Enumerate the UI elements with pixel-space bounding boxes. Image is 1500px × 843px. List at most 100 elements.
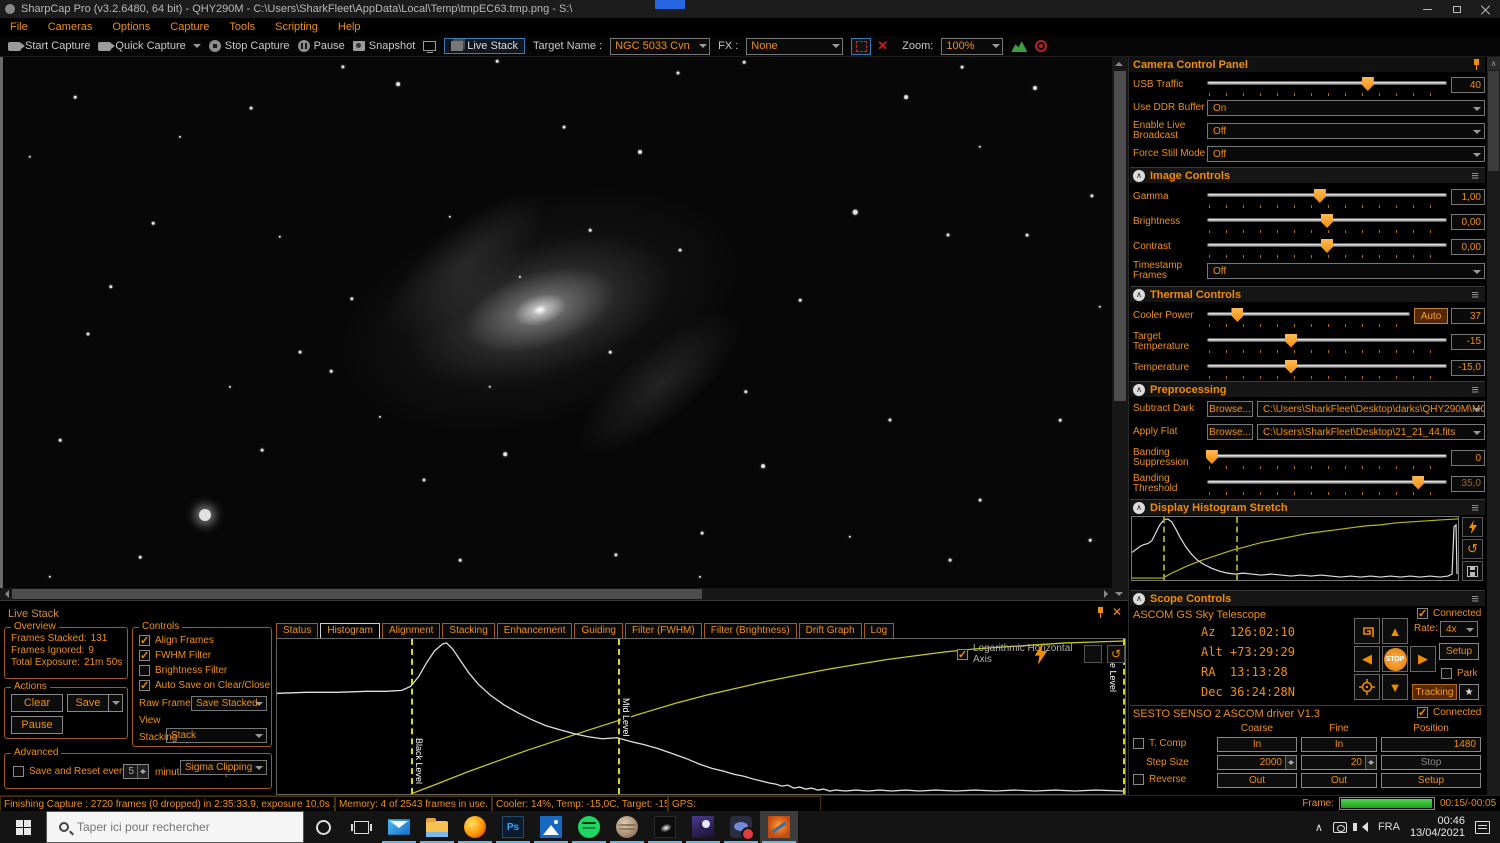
tab-alignment[interactable]: Alignment xyxy=(382,623,440,639)
mid-level-line[interactable] xyxy=(618,639,620,794)
ddr-buffer-select[interactable]: On xyxy=(1207,100,1485,116)
taskbar-app-photoshop[interactable]: Ps xyxy=(494,811,532,843)
slider-thumb[interactable] xyxy=(1412,476,1424,490)
raw-frames-select[interactable]: Save Stacked xyxy=(191,696,267,711)
gamma-slider[interactable] xyxy=(1207,186,1447,208)
park-checkbox[interactable]: Park xyxy=(1441,668,1478,679)
slider-track[interactable] xyxy=(1207,480,1447,484)
focuser-in-fine-button[interactable]: In xyxy=(1301,737,1377,752)
brightness-value[interactable]: 0,00 xyxy=(1451,214,1485,230)
tab-filter-brightness[interactable]: Filter (Brightness) xyxy=(704,623,797,639)
target-temp-value[interactable]: -15 xyxy=(1451,334,1485,350)
tab-status[interactable]: Status xyxy=(276,623,318,639)
scope-controls-header[interactable]: ∧ Scope Controls ≡ xyxy=(1130,590,1485,606)
task-view-button[interactable] xyxy=(342,811,380,843)
focuser-in-coarse-button[interactable]: In xyxy=(1217,737,1297,752)
tcomp-checkbox[interactable]: T. Comp xyxy=(1133,738,1186,749)
spiral-search-button[interactable] xyxy=(1354,618,1380,644)
subtract-dark-path-select[interactable]: C:\Users\SharkFleet\Desktop\darks\QHY290… xyxy=(1257,401,1485,417)
save-stretch-button[interactable] xyxy=(1462,561,1483,581)
scroll-right-arrow[interactable] xyxy=(1100,588,1112,600)
preprocessing-header[interactable]: ∧ Preprocessing ≡ xyxy=(1130,381,1485,397)
reset-stretch-button[interactable]: ↺ xyxy=(1462,539,1483,559)
focuser-setup-button[interactable]: Setup xyxy=(1381,773,1481,788)
apply-flat-browse-button[interactable]: Browse... xyxy=(1207,424,1253,440)
slider-thumb[interactable] xyxy=(1321,239,1333,253)
banding-suppression-slider[interactable] xyxy=(1207,447,1447,469)
usb-traffic-slider[interactable] xyxy=(1207,74,1447,96)
slider-track[interactable] xyxy=(1207,364,1447,368)
stack-histogram-plot[interactable]: Black Level Mid Level White Level Logari… xyxy=(276,638,1126,795)
banding-threshold-slider[interactable] xyxy=(1207,473,1447,495)
tab-stacking[interactable]: Stacking xyxy=(442,623,494,639)
histogram-button[interactable] xyxy=(1011,40,1027,52)
start-capture-button[interactable]: Start Capture xyxy=(8,40,90,52)
stop-capture-button[interactable]: Stop Capture xyxy=(209,40,290,52)
slider-track[interactable] xyxy=(1207,338,1447,342)
menu-capture[interactable]: Capture xyxy=(160,21,219,33)
goto-star-button[interactable]: ★ xyxy=(1459,684,1479,700)
taskbar-app-mail[interactable] xyxy=(380,811,418,843)
clear-button[interactable]: Clear xyxy=(11,694,63,712)
tray-expand-icon[interactable]: ∧ xyxy=(1315,821,1323,834)
menu-cameras[interactable]: Cameras xyxy=(38,21,103,33)
subtract-dark-browse-button[interactable]: Browse... xyxy=(1207,401,1253,417)
live-broadcast-select[interactable]: Off xyxy=(1207,123,1485,139)
slider-thumb[interactable] xyxy=(1231,308,1243,322)
align-frames-checkbox[interactable]: Align Frames xyxy=(139,635,214,646)
speaker-icon[interactable] xyxy=(1357,822,1368,832)
pause-button[interactable]: Pause xyxy=(298,40,345,52)
reticle-button[interactable] xyxy=(1035,40,1047,52)
collapse-icon[interactable]: ∧ xyxy=(1133,593,1145,605)
taskbar-app-firefox[interactable] xyxy=(456,811,494,843)
stretch-histogram[interactable] xyxy=(1131,516,1459,581)
slew-down-button[interactable]: ▼ xyxy=(1382,674,1408,700)
target-temp-slider[interactable] xyxy=(1207,331,1447,353)
section-menu-icon[interactable]: ≡ xyxy=(1471,382,1479,397)
menu-tools[interactable]: Tools xyxy=(219,21,265,33)
fine-step-spinner[interactable]: 20 xyxy=(1301,755,1377,770)
auto-stretch-button[interactable] xyxy=(1462,517,1483,537)
taskbar-app-nightsky[interactable] xyxy=(684,811,722,843)
taskbar-app-discord[interactable] xyxy=(722,811,760,843)
image-controls-header[interactable]: ∧ Image Controls ≡ xyxy=(1130,167,1485,183)
slider-track[interactable] xyxy=(1207,193,1447,197)
taskbar-app-spotify[interactable] xyxy=(570,811,608,843)
cooler-auto-button[interactable]: Auto xyxy=(1414,308,1448,324)
black-level-line[interactable] xyxy=(411,639,413,794)
focuser-stop-button[interactable]: Stop xyxy=(1381,755,1481,770)
live-stack-button[interactable]: Live Stack xyxy=(444,38,525,54)
tab-guiding[interactable]: Guiding xyxy=(574,623,622,639)
slider-thumb[interactable] xyxy=(1285,360,1297,374)
collapse-icon[interactable]: ∧ xyxy=(1133,384,1145,396)
display-capture-button[interactable] xyxy=(423,41,436,51)
taskbar-app-astronomy[interactable] xyxy=(646,811,684,843)
quick-capture-button[interactable]: Quick Capture xyxy=(98,40,200,52)
scope-setup-button[interactable]: Setup xyxy=(1439,643,1479,660)
close-button[interactable] xyxy=(1471,0,1500,18)
slider-thumb[interactable] xyxy=(1321,214,1333,228)
target-name-select[interactable]: NGC 5033 Cvn xyxy=(610,38,710,55)
cortana-button[interactable] xyxy=(304,811,342,843)
image-canvas[interactable] xyxy=(0,57,1112,588)
gamma-value[interactable]: 1,00 xyxy=(1451,189,1485,205)
scrollbar-thumb[interactable] xyxy=(1488,71,1499,171)
cooler-power-slider[interactable] xyxy=(1207,305,1410,327)
notification-center-icon[interactable] xyxy=(1475,821,1490,834)
taskbar-app-photos[interactable] xyxy=(532,811,570,843)
cooler-power-value[interactable]: 37 xyxy=(1451,308,1485,324)
slider-thumb[interactable] xyxy=(1206,450,1218,464)
slider-thumb[interactable] xyxy=(1285,334,1297,348)
auto-stretch-button[interactable] xyxy=(1084,645,1102,663)
slew-stop-button[interactable]: STOP xyxy=(1382,646,1408,672)
collapse-icon[interactable]: ∧ xyxy=(1133,502,1145,514)
minimize-button[interactable] xyxy=(1413,0,1442,18)
focuser-out-fine-button[interactable]: Out xyxy=(1301,773,1377,788)
focuser-out-coarse-button[interactable]: Out xyxy=(1217,773,1297,788)
taskbar-app-planetarium[interactable] xyxy=(608,811,646,843)
slider-track[interactable] xyxy=(1207,454,1447,458)
stacking-select[interactable]: Sigma Clipping xyxy=(180,760,267,775)
slider-thumb[interactable] xyxy=(1362,77,1374,91)
menu-scripting[interactable]: Scripting xyxy=(265,21,328,33)
save-button[interactable]: Save xyxy=(67,694,109,712)
